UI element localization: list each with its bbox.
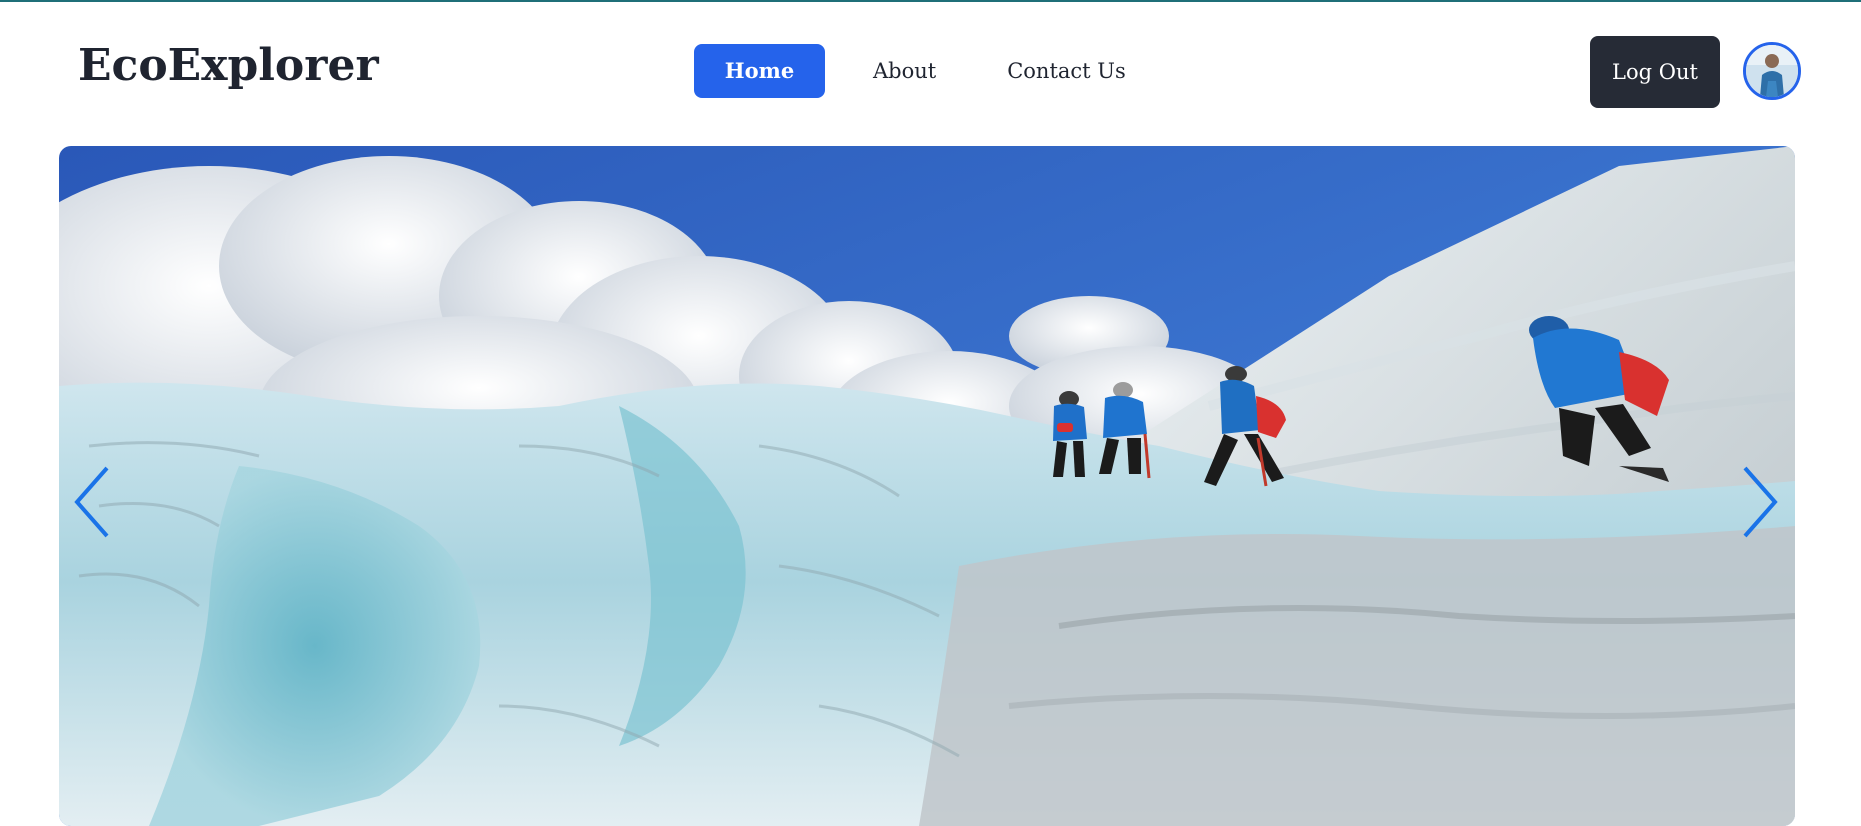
site-header: EcoExplorer Home About Contact Us Log Ou… xyxy=(0,2,1861,142)
chevron-right-icon xyxy=(1743,466,1778,538)
hero-carousel xyxy=(59,146,1795,826)
user-avatar[interactable] xyxy=(1743,42,1801,100)
nav-home-link[interactable]: Home xyxy=(694,44,825,98)
main-nav: Home About Contact Us xyxy=(694,44,1161,98)
nav-about-link[interactable]: About xyxy=(839,44,972,98)
avatar-image xyxy=(1746,45,1798,97)
chevron-left-icon xyxy=(74,466,109,538)
nav-contact-link[interactable]: Contact Us xyxy=(972,44,1161,98)
logout-button[interactable]: Log Out xyxy=(1590,36,1720,108)
carousel-next-button[interactable] xyxy=(1737,464,1781,540)
carousel-prev-button[interactable] xyxy=(71,464,115,540)
brand-logo-text[interactable]: EcoExplorer xyxy=(78,40,379,91)
hero-glacier-image xyxy=(59,146,1795,826)
